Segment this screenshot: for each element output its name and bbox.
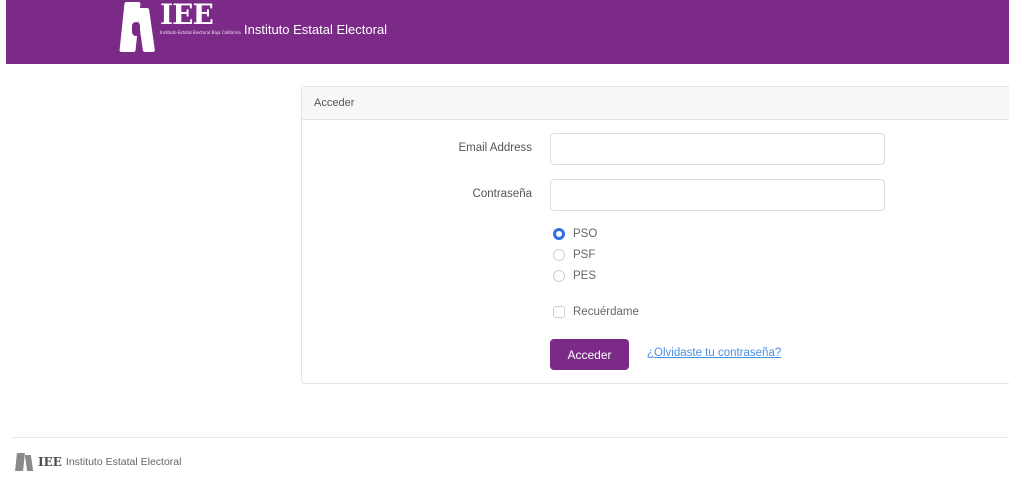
footer-divider	[12, 437, 1009, 438]
logo-emblem-icon	[118, 0, 156, 58]
forgot-password-link[interactable]: ¿Olvidaste tu contraseña?	[647, 347, 781, 359]
footer: IEE Instituto Estatal Electoral	[14, 452, 181, 472]
radio-icon[interactable]	[553, 270, 565, 282]
password-input[interactable]	[550, 179, 885, 211]
password-label: Contraseña	[472, 188, 532, 200]
footer-logo-text: IEE	[38, 455, 62, 469]
radio-checked-icon[interactable]	[553, 228, 565, 240]
logo-text: IEE	[160, 0, 214, 31]
email-label: Email Address	[458, 142, 532, 154]
remember-label: Recuérdame	[573, 306, 639, 318]
email-input[interactable]	[550, 133, 885, 165]
card-title: Acceder	[302, 87, 1009, 120]
role-radio-psf[interactable]: PSF	[553, 249, 595, 261]
login-card: Acceder Email Address Contraseña PSO PSF…	[301, 86, 1009, 384]
radio-icon[interactable]	[553, 249, 565, 261]
footer-name: Instituto Estatal Electoral	[65, 456, 182, 468]
checkbox-icon[interactable]	[553, 306, 565, 318]
role-label: PSF	[573, 249, 596, 261]
role-radio-pes[interactable]: PES	[553, 270, 596, 282]
top-navbar: IEE Instituto Estatal Electoral Baja Cal…	[6, 0, 1009, 64]
login-button[interactable]: Acceder	[550, 339, 629, 370]
role-label: PSO	[573, 228, 598, 240]
remember-checkbox[interactable]: Recuérdame	[553, 306, 639, 318]
role-label: PES	[573, 270, 597, 282]
site-logo[interactable]: IEE Instituto Estatal Electoral Baja Cal…	[118, 0, 241, 58]
role-radio-pso[interactable]: PSO	[553, 228, 597, 240]
footer-logo-icon	[14, 452, 36, 472]
logo-subtext: Instituto Estatal Electoral Baja Califor…	[160, 30, 241, 35]
brand-name[interactable]: Instituto Estatal Electoral	[244, 22, 387, 37]
